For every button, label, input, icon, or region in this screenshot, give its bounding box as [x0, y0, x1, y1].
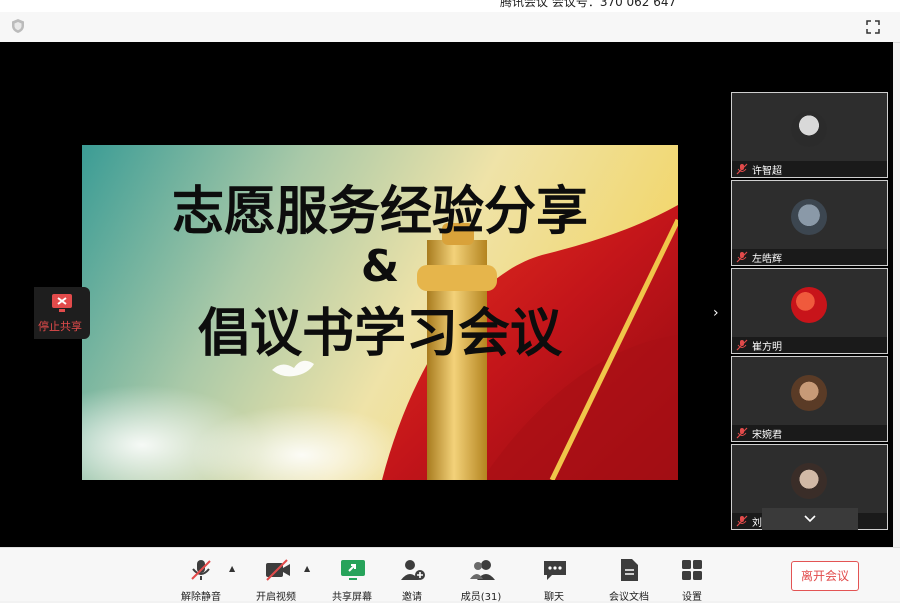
- participant-tile[interactable]: 宋婉君: [731, 356, 888, 442]
- shield-icon[interactable]: [10, 18, 26, 34]
- meeting-toolbar: 解除静音 ▲ 开启视频 ▲ 共享屏幕 邀请 成员(31) 聊天 会议文档 设置 …: [0, 547, 900, 603]
- slide-title-line-1: 志愿服务经验分享: [171, 182, 588, 242]
- add-user-icon: [401, 560, 425, 580]
- participant-tile[interactable]: 崔方明: [731, 268, 888, 354]
- shared-slide: 志愿服务经验分享 & 倡议书学习会议: [82, 145, 678, 480]
- chat-label: 聊天: [544, 592, 564, 603]
- mic-muted-icon: [191, 560, 211, 580]
- participant-name: 许智超: [752, 166, 782, 177]
- avatar: [791, 375, 827, 411]
- meeting-topbar: [0, 12, 900, 43]
- share-screen-label: 共享屏幕: [332, 592, 372, 603]
- mic-muted-icon: [736, 339, 748, 351]
- avatar: [791, 463, 827, 499]
- leave-meeting-button[interactable]: 离开会议: [791, 561, 859, 591]
- invite-button[interactable]: 邀请: [382, 552, 442, 603]
- document-icon: [621, 559, 638, 581]
- slide-title-ampersand: &: [360, 241, 400, 292]
- invite-label: 邀请: [402, 592, 422, 603]
- members-icon: [470, 560, 495, 580]
- participant-tile[interactable]: 许智超: [731, 92, 888, 178]
- mic-muted-icon: [736, 427, 748, 439]
- window-titlebar: 腾讯会议 会议号：370 062 647: [0, 0, 900, 12]
- meeting-docs-label: 会议文档: [609, 592, 649, 603]
- meeting-info: 腾讯会议 会议号：370 062 647: [500, 0, 677, 9]
- video-options-caret-icon[interactable]: ▲: [304, 564, 310, 573]
- participant-name: 崔方明: [752, 342, 782, 353]
- participant-tile[interactable]: 左皓辉: [731, 180, 888, 266]
- participant-name: 宋婉君: [752, 430, 782, 441]
- settings-label: 设置: [682, 592, 702, 603]
- share-screen-icon: [341, 560, 365, 580]
- avatar: [791, 199, 827, 235]
- meeting-docs-button[interactable]: 会议文档: [599, 552, 659, 603]
- unmute-label: 解除静音: [181, 592, 221, 603]
- mic-muted-icon: [736, 251, 748, 263]
- avatar: [791, 111, 827, 147]
- chevron-right-icon[interactable]: ›: [713, 305, 719, 321]
- participant-name: 左皓辉: [752, 254, 782, 265]
- stop-share-button[interactable]: 停止共享: [34, 287, 90, 339]
- rail-collapse-button[interactable]: [762, 508, 858, 530]
- fullscreen-icon[interactable]: [866, 20, 880, 34]
- mic-muted-icon: [736, 163, 748, 175]
- chat-button[interactable]: 聊天: [524, 552, 584, 603]
- settings-button[interactable]: 设置: [662, 552, 722, 603]
- unmute-button[interactable]: 解除静音: [171, 552, 231, 603]
- video-off-icon: [266, 559, 290, 581]
- stop-share-label: 停止共享: [38, 320, 82, 333]
- chat-icon: [544, 561, 566, 580]
- mic-muted-icon: [736, 515, 748, 527]
- start-video-label: 开启视频: [256, 592, 296, 603]
- members-button[interactable]: 成员(31): [451, 552, 511, 603]
- participant-namebar: 崔方明: [732, 337, 887, 353]
- share-screen-button[interactable]: 共享屏幕: [322, 552, 382, 603]
- participant-namebar: 许智超: [732, 161, 887, 177]
- members-label: 成员(31): [460, 592, 502, 603]
- settings-grid-icon: [682, 560, 702, 580]
- slide-title-line-2: 倡议书学习会议: [197, 304, 562, 364]
- chevron-down-icon: [804, 515, 816, 523]
- stop-share-icon: [52, 294, 72, 312]
- avatar: [791, 287, 827, 323]
- participant-namebar: 宋婉君: [732, 425, 887, 441]
- start-video-button[interactable]: 开启视频: [246, 552, 306, 603]
- audio-options-caret-icon[interactable]: ▲: [229, 564, 235, 573]
- participant-namebar: 左皓辉: [732, 249, 887, 265]
